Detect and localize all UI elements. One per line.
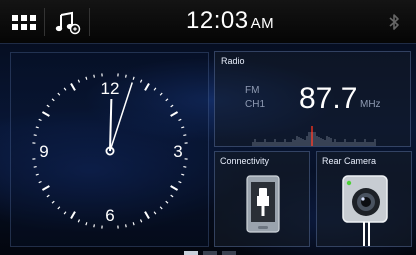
clock-tick xyxy=(132,76,135,80)
clock-tick xyxy=(35,173,39,176)
clock-tick xyxy=(51,200,55,204)
radio-frequency: 87.7 xyxy=(299,82,358,115)
clock-tick xyxy=(159,92,163,96)
clock-tick xyxy=(93,74,95,78)
radio-channel: CH1 xyxy=(245,99,266,110)
clock-tick xyxy=(159,206,163,210)
rear-camera-title: Rear Camera xyxy=(322,156,377,166)
clock-tick xyxy=(165,98,169,102)
clock-tick xyxy=(183,134,187,136)
divider xyxy=(44,8,45,36)
music-note-icon[interactable] xyxy=(52,9,82,35)
clock-tick xyxy=(41,185,50,191)
bluetooth-icon xyxy=(389,14,399,30)
numeral-12: 12 xyxy=(101,79,120,98)
clock-tick xyxy=(33,166,37,168)
clock-face: 12 3 6 9 xyxy=(32,73,188,229)
clock-tick xyxy=(170,185,179,191)
clock-tick xyxy=(153,87,157,91)
radio-title: Radio xyxy=(221,56,245,66)
clock-tick xyxy=(85,222,88,226)
clock-tick xyxy=(144,211,150,220)
clock-tick xyxy=(139,219,143,223)
menu-grid-icon[interactable] xyxy=(9,10,39,34)
clock-tick xyxy=(70,211,76,220)
clock-tick xyxy=(77,219,81,223)
page-indicator-2[interactable] xyxy=(203,251,217,255)
clock-tick xyxy=(178,118,182,122)
clock-tick xyxy=(51,98,55,102)
clock-tick xyxy=(57,206,61,210)
clock-tick xyxy=(77,79,81,83)
clock-tick xyxy=(46,104,50,108)
radio-widget[interactable]: Radio FM CH1 87.7 MHz xyxy=(214,51,411,147)
camera-icon xyxy=(342,175,388,246)
clock-tick xyxy=(183,166,187,168)
clock-tick xyxy=(33,134,37,136)
divider xyxy=(89,8,90,36)
clock-tick xyxy=(93,224,95,228)
radio-band: FM xyxy=(245,85,260,96)
clock-tick xyxy=(170,194,174,198)
connectivity-title: Connectivity xyxy=(220,156,270,166)
clock-tick xyxy=(132,222,135,226)
rear-camera-tile[interactable]: Rear Camera xyxy=(316,151,412,247)
tuner-ticks xyxy=(252,132,376,146)
radio-band-info: FM CH1 xyxy=(245,84,265,112)
tuner-scale xyxy=(252,126,376,146)
clock-tick xyxy=(153,211,157,215)
usb-phone-icon xyxy=(246,175,280,233)
clock-tick xyxy=(35,126,39,129)
ampm-text: AM xyxy=(250,15,275,32)
status-bar: 12:03 AM xyxy=(0,0,416,44)
clock-tick xyxy=(57,92,61,96)
clock-tick xyxy=(165,200,169,204)
page-indicator-3[interactable] xyxy=(222,251,236,255)
clock-tick xyxy=(125,224,127,228)
clock-tick xyxy=(63,87,67,91)
clock-tick xyxy=(70,82,76,91)
clock-tick xyxy=(125,74,127,78)
clock-tick xyxy=(46,194,50,198)
hour-hand xyxy=(109,98,113,152)
page-indicator-1[interactable] xyxy=(184,251,198,255)
clock-tick xyxy=(38,180,42,184)
clock-tick xyxy=(144,82,150,91)
numeral-9: 9 xyxy=(39,142,48,161)
clock-tick xyxy=(85,76,88,80)
clock-tick xyxy=(181,173,185,176)
radio-unit: MHz xyxy=(360,99,381,110)
clock-tick xyxy=(178,180,182,184)
clock-tick xyxy=(181,126,185,129)
clock-tick xyxy=(170,104,174,108)
clock-tick xyxy=(41,111,50,117)
clock-tick xyxy=(38,118,42,122)
clock-tick xyxy=(63,211,67,215)
clock-tick xyxy=(170,111,179,117)
connectivity-tile[interactable]: Connectivity xyxy=(214,151,310,247)
status-time: 12:03 AM xyxy=(186,7,274,35)
numeral-3: 3 xyxy=(173,142,182,161)
clock-tick xyxy=(139,79,143,83)
numeral-6: 6 xyxy=(105,206,114,225)
analog-clock-widget[interactable]: 12 3 6 9 xyxy=(10,52,209,247)
time-text: 12:03 xyxy=(186,7,249,34)
